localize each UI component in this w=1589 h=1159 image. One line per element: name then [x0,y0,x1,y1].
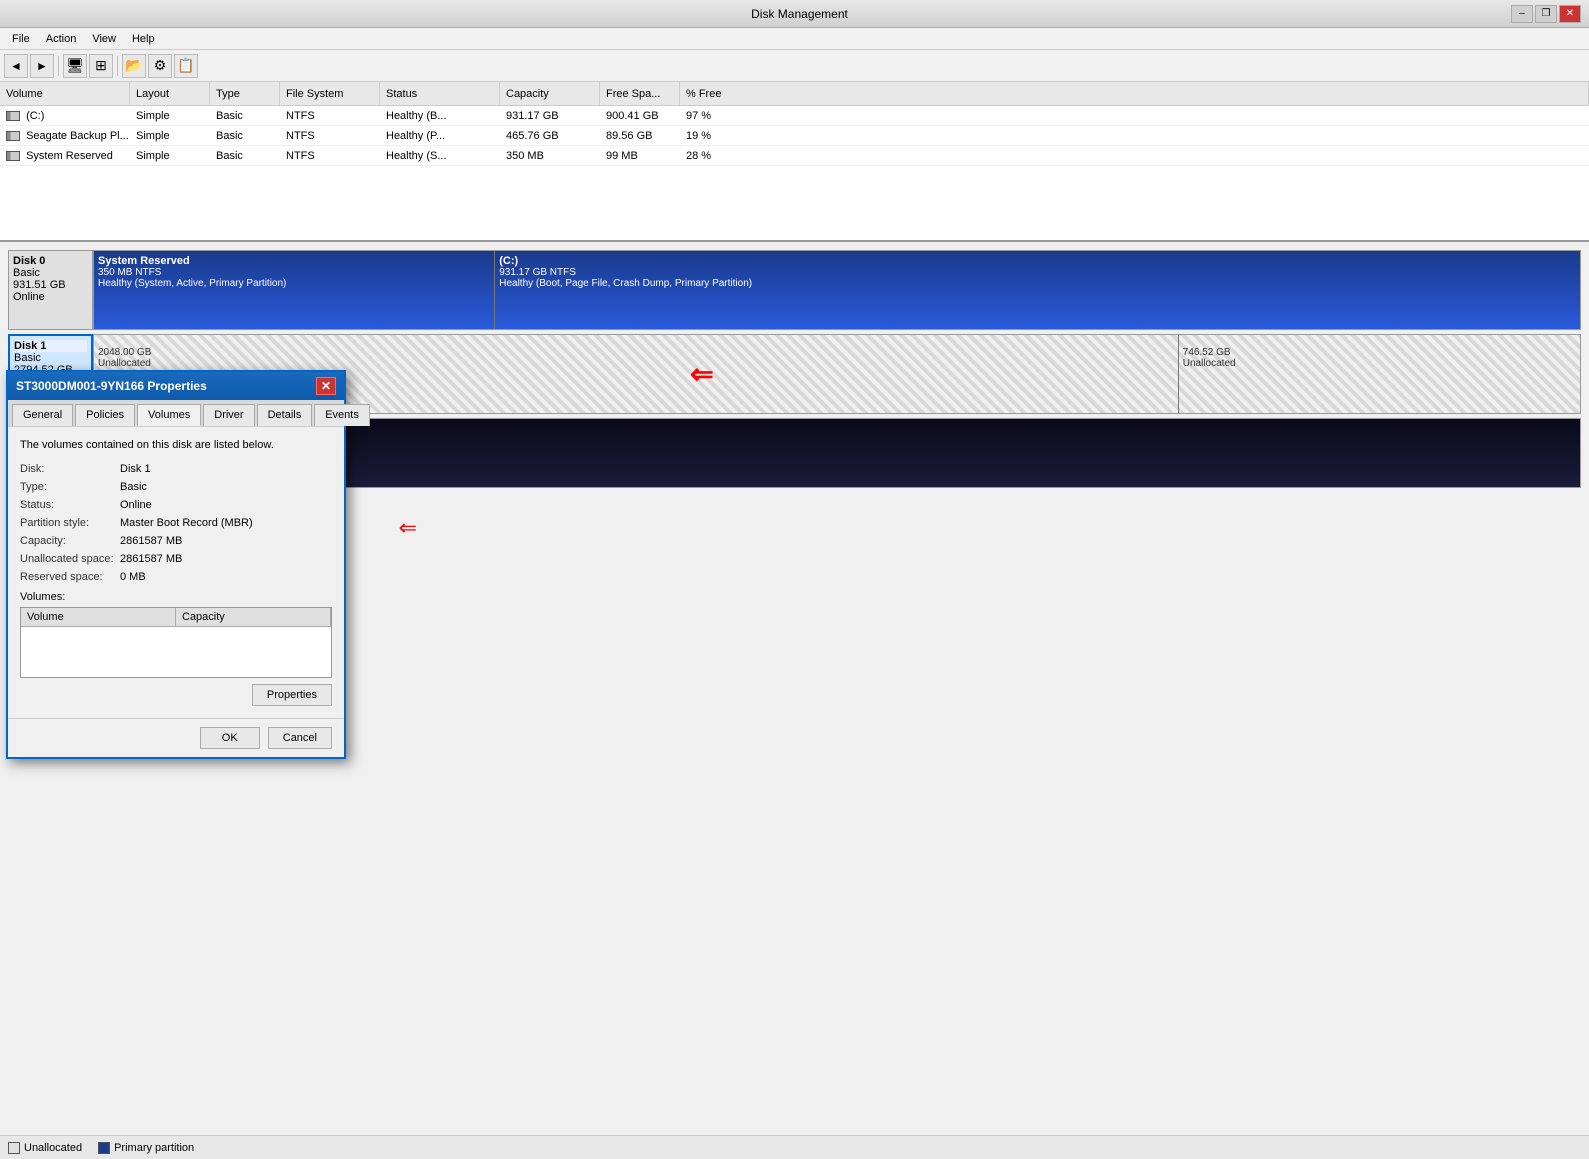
tab-general[interactable]: General [12,404,73,426]
properties-dialog: ST3000DM001-9YN166 Properties ✕ General … [6,370,346,759]
dialog-action-buttons: OK Cancel [200,727,332,749]
field-type-label: Type: [20,481,120,493]
cancel-button[interactable]: Cancel [268,727,332,749]
dialog-properties-section: Properties [20,684,332,706]
field-unallocated: Unallocated space: 2861587 MB [20,553,332,565]
volumes-table-header: Volume Capacity [21,608,331,627]
vol-col-volume: Volume [21,608,176,626]
volumes-table-body[interactable] [21,627,331,677]
dialog-close-button[interactable]: ✕ [316,377,336,395]
dialog-footer: OK Cancel [8,718,344,757]
ok-button[interactable]: OK [200,727,260,749]
dialog-tabs: General Policies Volumes Driver Details … [8,400,344,427]
field-disk: Disk: Disk 1 [20,463,332,475]
tab-driver[interactable]: Driver [203,404,254,426]
field-type-value: Basic [120,481,147,493]
field-type: Type: Basic [20,481,332,493]
field-status: Status: Online [20,499,332,511]
vol-col-capacity: Capacity [176,608,331,626]
field-capacity-label: Capacity: [20,535,120,547]
field-reserved: Reserved space: 0 MB [20,571,332,583]
dialog-intro: The volumes contained on this disk are l… [20,439,332,451]
tab-details[interactable]: Details [257,404,313,426]
red-arrow-2: ⇐ [399,515,417,541]
properties-button[interactable]: Properties [252,684,332,706]
modal-overlay: ST3000DM001-9YN166 Properties ✕ General … [0,0,1589,1159]
tab-policies[interactable]: Policies [75,404,135,426]
field-partition-style: Partition style: Master Boot Record (MBR… [20,517,332,529]
field-reserved-value: 0 MB [120,571,146,583]
field-disk-label: Disk: [20,463,120,475]
field-unallocated-value: 2861587 MB [120,553,182,565]
field-capacity-value: 2861587 MB [120,535,182,547]
volumes-label: Volumes: [20,591,332,603]
dialog-body: The volumes contained on this disk are l… [8,427,344,718]
tab-volumes[interactable]: Volumes [137,404,201,426]
field-partition-style-label: Partition style: [20,517,120,529]
field-reserved-label: Reserved space: [20,571,120,583]
field-status-value: Online [120,499,152,511]
field-partition-style-value: Master Boot Record (MBR) [120,517,253,529]
field-status-label: Status: [20,499,120,511]
dialog-title: ST3000DM001-9YN166 Properties [16,379,207,393]
field-unallocated-label: Unallocated space: [20,553,120,565]
volumes-table: Volume Capacity [20,607,332,678]
dialog-title-bar: ST3000DM001-9YN166 Properties ✕ [8,372,344,400]
field-capacity: Capacity: 2861587 MB [20,535,332,547]
tab-events[interactable]: Events [314,404,370,426]
field-disk-value: Disk 1 [120,463,151,475]
